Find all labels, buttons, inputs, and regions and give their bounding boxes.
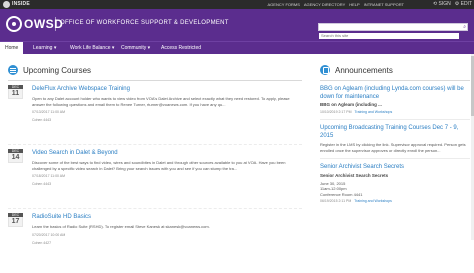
course-item: DEC 11 DeleFlux Archive Webspace Trainin… [8,81,302,145]
announcement-title-link[interactable]: BBG on Agleam (including Lynda.com cours… [320,86,470,101]
logo-text: OWSD [24,17,64,31]
nav-learning[interactable]: Learning ▾ [33,42,56,54]
announcement-category-link[interactable]: Training and Workshops [354,110,392,114]
upcoming-courses-section: Upcoming Courses DEC 11 DeleFlux Archive… [8,64,302,273]
announcement-date: 06/19/2015 2:11 PM [320,199,352,203]
sign-in-link[interactable]: ⟲ SIGN [433,1,451,8]
course-title-link[interactable]: RadioSuite HD Basics [32,209,302,221]
announcement-subtitle: Senior Archivist Search Secrets [320,172,389,178]
date-day: 11 [8,89,23,99]
nav-work-life-balance[interactable]: Work Life Balance ▾ [70,42,114,54]
intranet-support-link[interactable]: INTRANET SUPPORT [364,1,404,8]
course-item: DEC 17 RadioSuite HD Basics Learn the ba… [8,209,302,273]
agency-forms-link[interactable]: AGENCY FORMS [268,1,300,8]
announcement-body: Register in the LMS by clicking the link… [320,142,466,153]
owsd-logo-icon [6,16,22,32]
nav-access-restricted[interactable]: Access Restricted [161,42,201,54]
announcements-section: Announcements BBG on Agleam (including L… [320,64,470,203]
announcement-divider [320,119,470,120]
help-link[interactable]: HELP [349,1,359,8]
course-description: Open to any Dalet account holder who wan… [32,96,290,107]
course-room: Cohen 4443 [32,182,52,186]
date-badge: DEC 11 [8,85,23,99]
date-badge: DEC 17 [8,213,23,227]
course-title-link[interactable]: DeleFlux Archive Webspace Training [32,81,302,93]
announcement-category-link[interactable]: Training and Workshops [354,199,392,203]
search-input[interactable] [319,32,459,39]
main-nav: Home Learning ▾ Work Life Balance ▾ Comm… [0,41,474,54]
announcement-date: 10/10/2019 2:17 PM [320,110,352,114]
course-description: Learn the basics of Radio Suite (RSHD). … [32,224,210,229]
course-time: 07/20/2017 10:00 AM [32,232,66,237]
announcement-item: Upcoming Broadcasting Training Courses D… [320,125,470,159]
utility-links: AGENCY FORMS AGENCY DIRECTORY HELP INTRA… [268,1,404,8]
list-icon [8,65,18,75]
site-search: ⌕ [318,23,468,39]
course-time: 07/13/2017 11:00 AM [32,110,66,114]
courses-heading: Upcoming Courses [23,65,92,75]
course-room: Cohen 4443 [32,118,52,122]
site-header: OWSD OFFICE OF WORKFORCE SUPPORT & DEVEL… [0,9,474,41]
utility-brand[interactable]: INSIDE [12,1,30,8]
search-icon[interactable]: ⌕ [463,24,466,30]
nav-community[interactable]: Community ▾ [121,42,150,54]
announcements-heading: Announcements [335,65,393,75]
course-title-link[interactable]: Video Search in Dalet & Beyond [32,145,302,157]
announcement-meta: 10/10/2019 2:17 PM Training and Workshop… [320,110,470,114]
org-name: OFFICE OF WORKFORCE SUPPORT & DEVELOPMEN… [60,20,229,26]
announcement-item: Senior Archivist Search Secrets Senior A… [320,164,470,203]
course-description: Discover some of the best ways to find v… [32,160,286,171]
date-day: 14 [8,153,23,163]
announcements-divider [320,80,470,81]
announcement-subtitle: BBG on Agleam (including ... [320,102,382,107]
announcement-icon [320,65,330,75]
utility-right: ⟲ SIGN ⚙ EDIT [433,1,472,8]
announcements-header: Announcements [320,64,470,76]
announcement-divider [320,158,470,159]
date-badge: DEC 14 [8,149,23,163]
utility-bar: INSIDE AGENCY FORMS AGENCY DIRECTORY HEL… [0,0,474,9]
courses-header: Upcoming Courses [8,64,302,76]
mini-logo-icon [3,1,10,8]
nav-home[interactable]: Home [0,42,24,54]
course-item: DEC 14 Video Search in Dalet & Beyond Di… [8,145,302,209]
announcement-title-link[interactable]: Senior Archivist Search Secrets [320,164,470,172]
course-room: Cohen 4427 [32,240,52,245]
date-day: 17 [8,217,23,227]
announcement-item: BBG on Agleam (including Lynda.com cours… [320,86,470,120]
announcement-body: June 30, 2015 11am-12:00pm Conference Ro… [320,180,363,197]
header-divider [55,17,56,31]
announcement-title-link[interactable]: Upcoming Broadcasting Training Courses D… [320,125,470,140]
announcement-meta: 06/19/2015 2:11 PM Training and Workshop… [320,199,470,203]
agency-directory-link[interactable]: AGENCY DIRECTORY [304,1,345,8]
edit-link[interactable]: ⚙ EDIT [455,1,472,8]
course-time: 07/18/2017 11:00 AM [32,174,66,178]
